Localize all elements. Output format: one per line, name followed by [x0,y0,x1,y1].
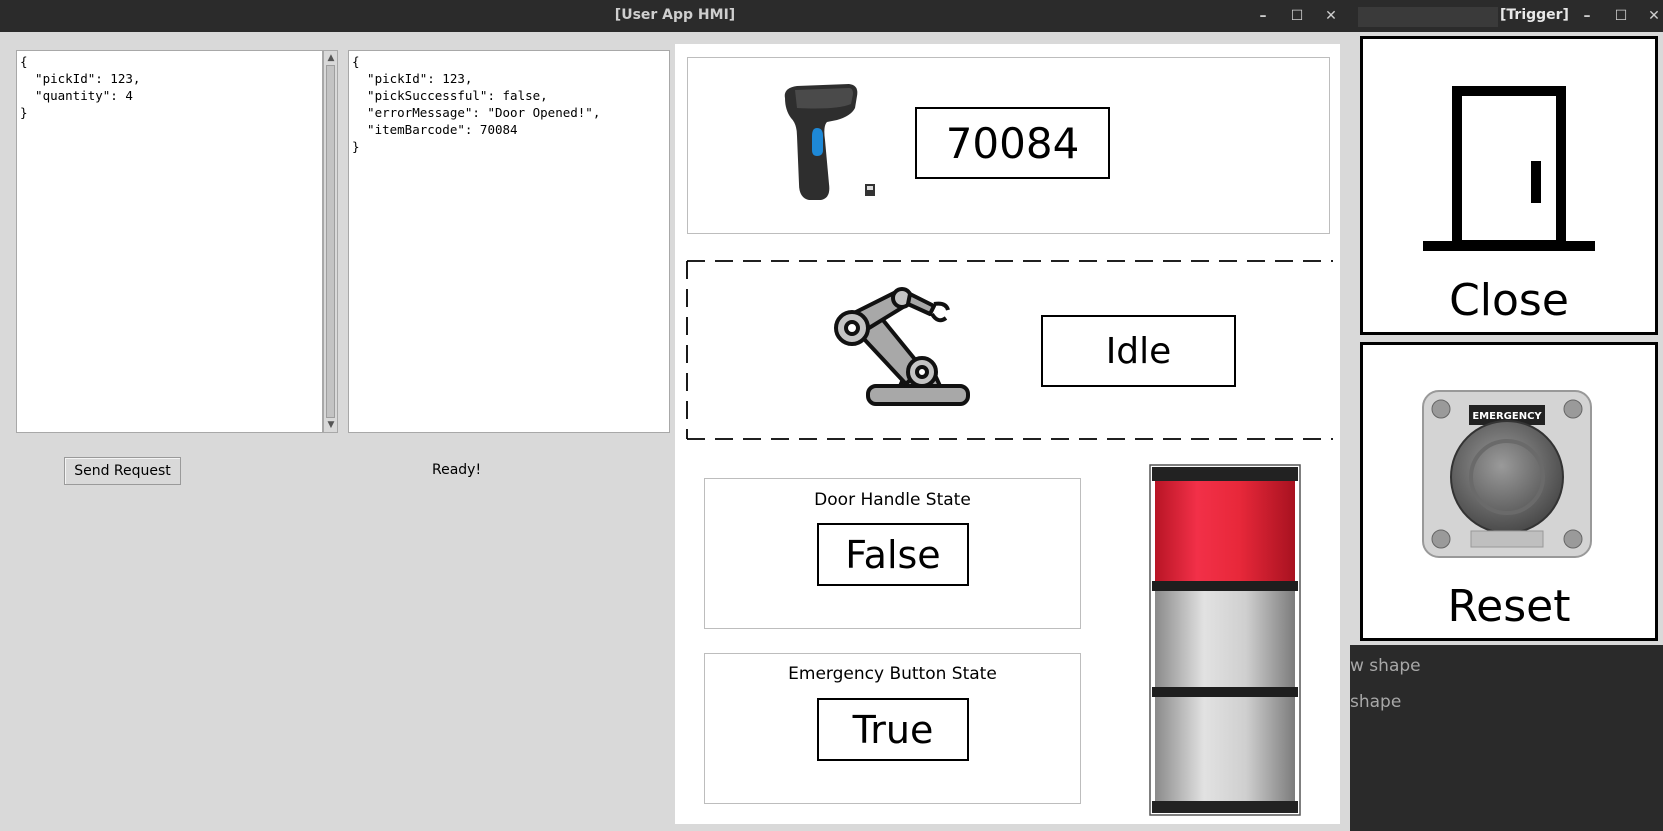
robot-frame [686,260,1333,440]
door-handle-value-box: False [817,523,969,586]
reset-label: Reset [1447,581,1571,632]
trigger-window-title: [Trigger] [1500,7,1569,23]
scroll-up-icon[interactable]: ▲ [325,52,337,64]
robot-state-box: Idle [1041,315,1236,387]
door-icon [1423,86,1595,251]
trigger-titlebar[interactable]: [Trigger] – ☐ ✕ [1350,0,1663,32]
response-json-viewer[interactable]: { "pickId": 123, "pickSuccessful": false… [348,50,670,433]
trigger-minimize-icon[interactable]: – [1575,4,1599,28]
reset-button[interactable]: EMERGENCY Reset [1360,342,1658,641]
background-text-2: shape [1350,692,1402,712]
send-request-button[interactable]: Send Request [64,457,181,485]
robot-state-value: Idle [1105,330,1172,372]
status-text: Ready! [432,462,482,478]
main-window: [User App HMI] – ☐ ✕ { "pickId": 123, "q… [0,0,1350,831]
request-json-editor[interactable]: { "pickId": 123, "quantity": 4 } [16,50,323,433]
main-titlebar[interactable]: [User App HMI] – ☐ ✕ [0,0,1350,32]
trigger-maximize-icon[interactable]: ☐ [1609,4,1633,28]
scroll-down-icon[interactable]: ▼ [325,419,337,431]
maximize-icon[interactable]: ☐ [1285,4,1309,28]
minimize-icon[interactable]: – [1251,4,1275,28]
barcode-scanner-icon [784,84,875,200]
robot-arm-icon [834,287,970,406]
stack-light-icon [1149,464,1301,816]
trigger-close-icon[interactable]: ✕ [1642,4,1663,28]
scrollbar-thumb[interactable] [326,65,335,418]
request-scrollbar[interactable]: ▲ ▼ [323,50,338,433]
emergency-state-value: True [852,707,934,752]
scanner-value-box: 70084 [915,107,1110,179]
trigger-title-field[interactable] [1358,7,1498,27]
scanner-value: 70084 [945,118,1080,168]
hmi-canvas: 70084 Idle Door Handle State False Emerg… [675,44,1340,824]
door-handle-label: Door Handle State [814,490,971,510]
door-handle-value: False [845,532,941,577]
emergency-state-label: Emergency Button State [788,664,997,684]
main-window-title: [User App HMI] [614,7,736,23]
background-text-1: w shape [1350,656,1421,676]
close-icon[interactable]: ✕ [1319,4,1343,28]
trigger-window: [Trigger] – ☐ ✕ Close EMERGENCY Reset [1350,0,1663,645]
background-window: w shape shape [1350,645,1663,831]
emergency-state-value-box: True [817,698,969,761]
close-label: Close [1449,275,1569,326]
close-door-button[interactable]: Close [1360,36,1658,335]
emergency-stop-icon: EMERGENCY [1422,390,1592,558]
